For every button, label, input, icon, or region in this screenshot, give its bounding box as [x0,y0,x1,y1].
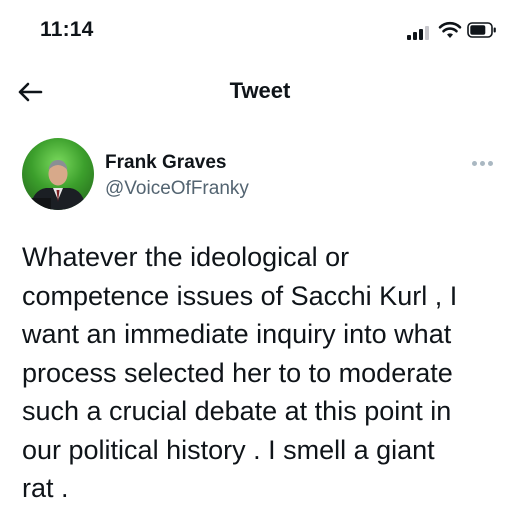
author-handle[interactable]: @VoiceOfFranky [105,178,249,200]
page-title: Tweet [229,78,291,103]
avatar[interactable] [22,138,94,210]
status-time: 11:14 [40,18,94,41]
battery-icon [467,22,497,38]
author-row: Frank Graves @VoiceOfFranky [0,130,520,220]
tweet-header: Tweet [0,64,520,120]
tweet-text: Whatever the ideological or competence i… [22,242,458,503]
author-name[interactable]: Frank Graves [105,152,226,174]
status-bar: 11:14 [0,0,520,64]
cellular-signal-icon [407,24,433,40]
ellipsis-icon[interactable] [470,158,496,168]
wifi-icon [438,21,462,39]
